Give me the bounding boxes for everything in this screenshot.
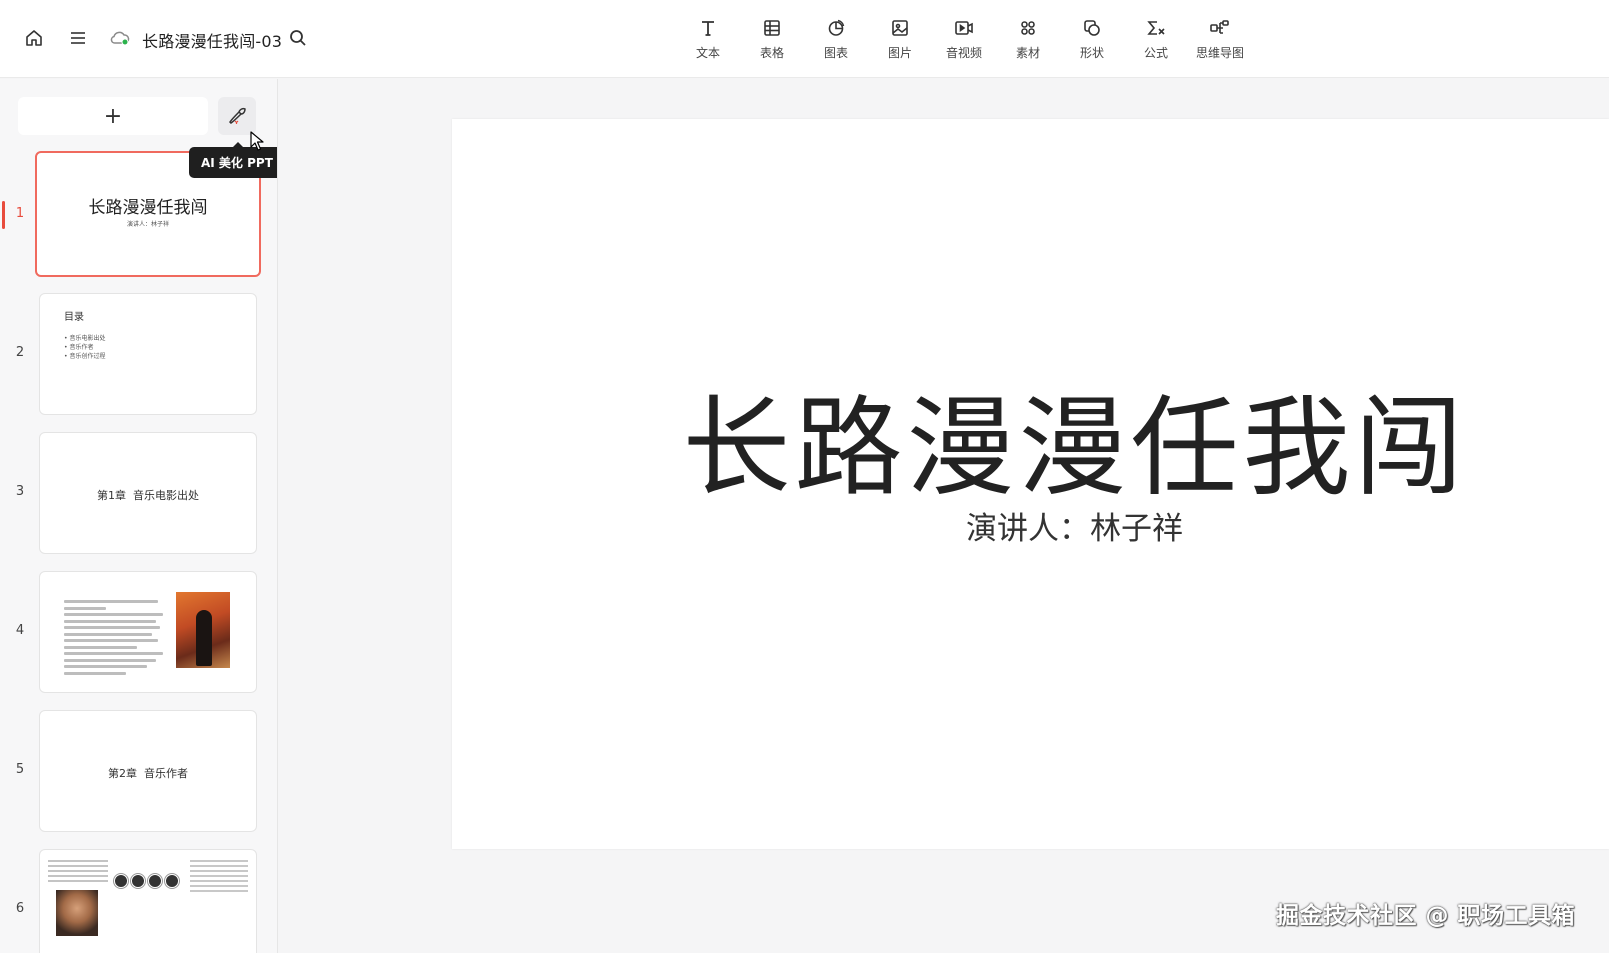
search-icon[interactable] [286, 26, 310, 50]
slide-title[interactable]: 长路漫漫任我闯 [452, 361, 1609, 517]
insert-mindmap-button[interactable]: 思维导图 [1188, 16, 1252, 61]
active-slide-indicator [2, 201, 5, 229]
list-item: 音乐电影出处 [64, 334, 105, 343]
thumb-photo [176, 592, 230, 668]
document-title[interactable]: 长路漫漫任我闯-03 [142, 28, 282, 52]
slide-thumbnail-row: 5 第2章 音乐作者 [0, 710, 277, 832]
thumb-text-block [48, 860, 108, 885]
slide-number: 5 [15, 762, 25, 777]
slide-number: 1 [15, 206, 25, 221]
formula-icon [1146, 16, 1166, 40]
slide-thumbnail-2[interactable]: 目录 音乐电影出处 音乐作者 音乐创作过程 [39, 293, 257, 415]
slide-thumbnail-row: 2 目录 音乐电影出处 音乐作者 音乐创作过程 [0, 293, 277, 415]
material-icon [1018, 16, 1038, 40]
insert-chart-button[interactable]: 图表 [804, 16, 868, 61]
slide-thumbnail-5[interactable]: 第2章 音乐作者 [39, 710, 257, 832]
insert-material-button[interactable]: 素材 [996, 16, 1060, 61]
thumb-title: 目录 [64, 312, 84, 323]
ai-beautify-tooltip: AI 美化 PPT [189, 142, 277, 178]
insert-text-button[interactable]: 文本 [676, 16, 740, 61]
mindmap-icon [1209, 16, 1231, 40]
thumb-text-block [190, 860, 248, 895]
thumb-subtitle: 演讲人：林子祥 [126, 221, 169, 228]
image-icon [890, 16, 910, 40]
video-icon [953, 16, 975, 40]
current-slide[interactable]: 长路漫漫任我闯 演讲人：林子祥 [452, 119, 1609, 849]
insert-toolbar: 文本 表格 图表 图片 音视频 素材 形状 公式 思维导图 [676, 16, 1252, 61]
slide-subtitle[interactable]: 演讲人：林子祥 [452, 503, 1609, 548]
list-item: 音乐作者 [64, 343, 105, 352]
slide-thumbnail-row: 4 [0, 571, 277, 693]
thumb-toc-list: 音乐电影出处 音乐作者 音乐创作过程 [64, 334, 105, 361]
ai-beautify-button[interactable] [218, 97, 256, 135]
thumb-text-block [64, 600, 168, 678]
mouse-cursor-icon [250, 131, 264, 151]
slide-thumbnail-3[interactable]: 第1章 音乐电影出处 [39, 432, 257, 554]
insert-shape-button[interactable]: 形状 [1060, 16, 1124, 61]
insert-video-button[interactable]: 音视频 [932, 16, 996, 61]
thumb-title: 第2章 音乐作者 [108, 767, 188, 780]
editor-canvas: 长路漫漫任我闯 演讲人：林子祥 [279, 79, 1609, 953]
slide-number: 4 [15, 623, 25, 638]
table-icon [762, 16, 782, 40]
slide-thumbnail-row: 3 第1章 音乐电影出处 [0, 432, 277, 554]
slide-number: 3 [15, 484, 25, 499]
insert-image-button[interactable]: 图片 [868, 16, 932, 61]
list-item: 音乐创作过程 [64, 352, 105, 361]
slide-number: 2 [15, 345, 25, 360]
slide-panel: + AI 美化 PPT 1 长路漫漫任我闯 演讲人：林子祥 2 目录 音乐电影出… [0, 79, 278, 953]
thumb-title: 第1章 音乐电影出处 [97, 489, 199, 502]
thumb-avatars [114, 874, 179, 888]
cloud-saved-icon [108, 26, 132, 50]
ai-brush-icon [229, 107, 246, 124]
thumb-photo [56, 890, 98, 936]
slide-thumbnail-4[interactable] [39, 571, 257, 693]
insert-table-button[interactable]: 表格 [740, 16, 804, 61]
thumb-title: 长路漫漫任我闯 [88, 198, 208, 218]
menu-icon[interactable] [66, 26, 90, 50]
slide-number: 6 [15, 901, 25, 916]
shape-icon [1082, 16, 1102, 40]
insert-formula-button[interactable]: 公式 [1124, 16, 1188, 61]
chart-icon [826, 16, 846, 40]
slide-thumbnail-row: 6 [0, 849, 277, 953]
slide-thumbnail-6[interactable] [39, 849, 257, 953]
watermark: 掘金技术社区 @ 职场工具箱 [1276, 903, 1576, 929]
top-bar: 长路漫漫任我闯-03 文本 表格 图表 图片 音视频 素材 形状 公式 思维导图 [0, 0, 1609, 78]
add-slide-button[interactable]: + [18, 97, 208, 135]
text-icon [698, 16, 718, 40]
home-icon[interactable] [22, 26, 46, 50]
